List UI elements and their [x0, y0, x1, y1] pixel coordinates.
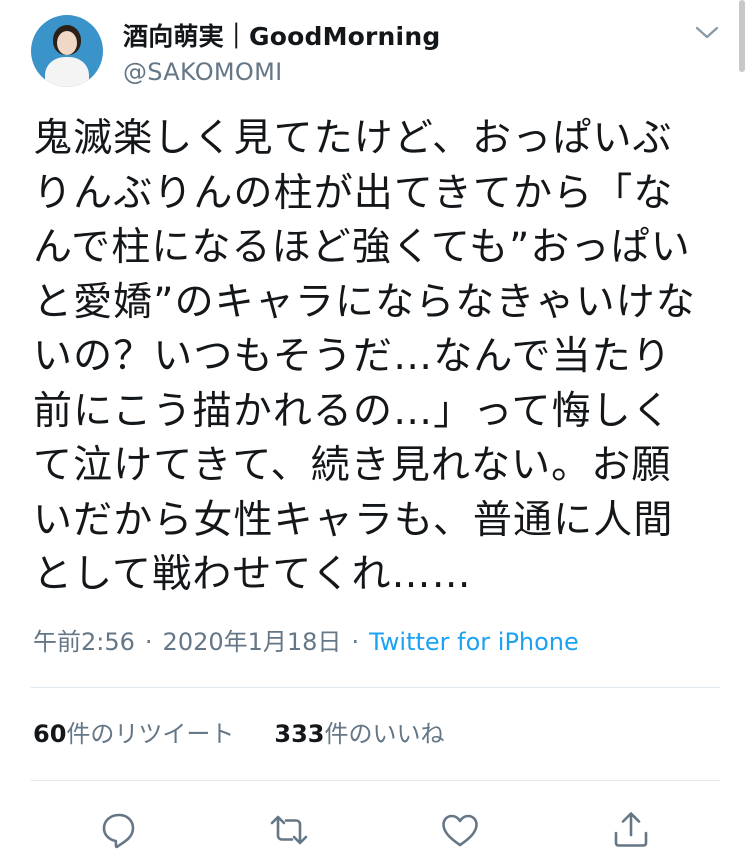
heart-icon[interactable]: [438, 808, 482, 852]
avatar-body: [45, 57, 89, 87]
retweets-label: 件のリツイート: [66, 720, 235, 748]
tweet-text-line: て泣けてきて、続き見れない。お願: [33, 443, 672, 488]
tweet-text-line: と愛嬌”のキャラにならなきゃいけな: [33, 279, 696, 325]
tweet-text-line: いだから女性キャラも、普通に人間: [33, 497, 674, 543]
display-name[interactable]: 酒向萌実｜GoodMorning: [123, 17, 440, 53]
retweet-icon[interactable]: [267, 808, 311, 852]
share-icon[interactable]: [609, 808, 653, 852]
tweet-header: 酒向萌実｜GoodMorning @SAKOMOMI: [0, 0, 750, 100]
tweet-text: 鬼滅楽しく見てたけど、おっぱいぶ りんぶりんの柱が出てきてから「な んで柱になる…: [33, 112, 723, 603]
tweet-stats: 60件のリツイート 333件のいいね: [33, 714, 445, 749]
display-name-row[interactable]: 酒向萌実｜GoodMorning: [123, 17, 440, 53]
retweets-count: 60: [33, 720, 67, 748]
tweet-source-link[interactable]: Twitter for iPhone: [369, 628, 579, 656]
avatar[interactable]: [31, 15, 103, 87]
meta-separator: ·: [351, 628, 360, 656]
tweet-text-line: んで柱になるほど強くても”おっぱい: [33, 225, 691, 270]
user-handle[interactable]: @SAKOMOMI: [123, 58, 283, 86]
tweet-time[interactable]: 午前2:56: [33, 628, 135, 656]
tweet-text-line: りんぶりんの柱が出てきてから「な: [33, 170, 674, 216]
tweet-text-line: として戦わせてくれ……: [33, 552, 472, 597]
tweet-text-line: いの？いつもそうだ…なんで当たり: [33, 334, 672, 379]
tweet-text-line: 前にこう描かれるの…」って悔しく: [33, 388, 672, 434]
avatar-face: [57, 31, 77, 55]
meta-separator: ·: [144, 628, 153, 656]
likes-label: 件のいいね: [324, 720, 445, 748]
likes-stat[interactable]: 333件のいいね: [274, 714, 444, 749]
tweet-date[interactable]: 2020年1月18日: [163, 628, 342, 656]
tweet-text-line: 鬼滅楽しく見てたけど、おっぱいぶ: [33, 116, 673, 161]
retweets-stat[interactable]: 60件のリツイート: [33, 714, 234, 749]
tweet-actions: [0, 800, 750, 860]
divider: [31, 687, 720, 688]
tweet-metadata: 午前2:56 · 2020年1月18日 · Twitter for iPhone: [33, 622, 579, 657]
likes-count: 333: [274, 720, 325, 748]
reply-icon[interactable]: [97, 808, 141, 852]
divider: [31, 780, 720, 781]
chevron-down-icon[interactable]: [694, 22, 720, 42]
scrollbar[interactable]: [739, 0, 745, 72]
